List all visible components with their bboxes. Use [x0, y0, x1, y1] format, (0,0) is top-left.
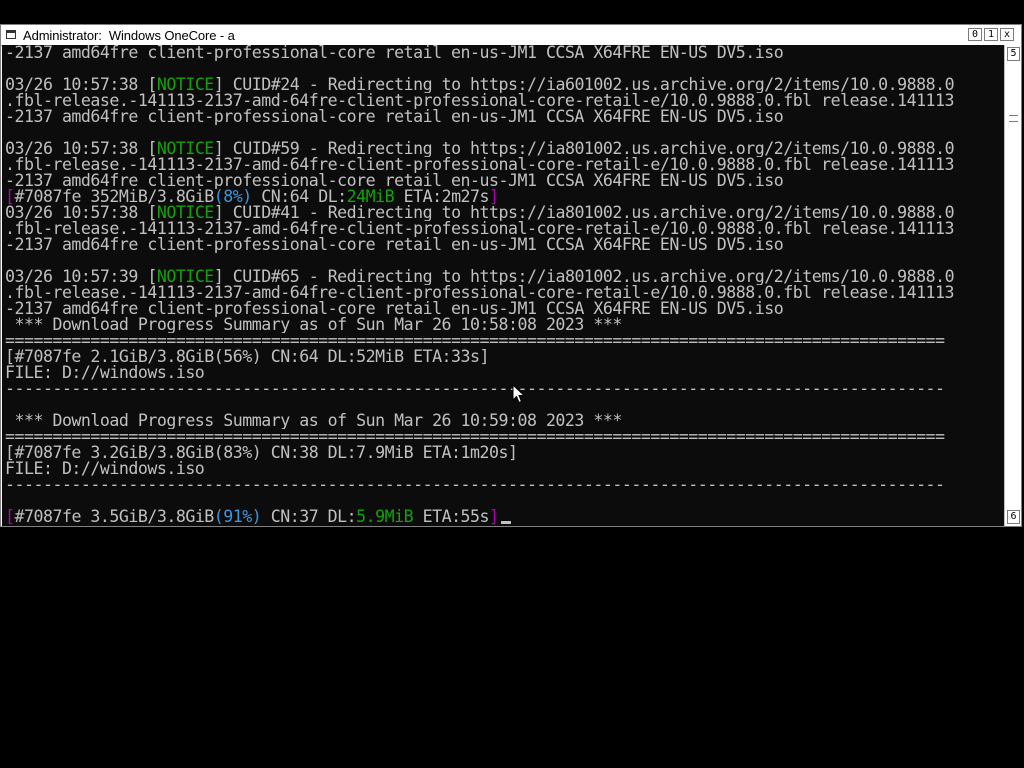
console-text: ] CUID#65 - Redirecting to https://ia801…: [213, 269, 955, 285]
console-text: FILE: D://windows.iso: [5, 365, 205, 381]
console-line: .fbl-release.-141113-2137-amd-64fre-clie…: [5, 93, 1004, 109]
console-text: 03/26 10:57:38 [: [5, 205, 157, 221]
console-text: ]: [489, 189, 499, 205]
console-text: NOTICE: [156, 269, 214, 285]
console-line: -2137_amd64fre_client-professional-core_…: [5, 301, 1004, 317]
console-text: ] CUID#41 - Redirecting to https://ia801…: [213, 205, 955, 221]
console-line: -2137_amd64fre_client-professional-core_…: [5, 45, 1004, 61]
console-line: [#7087fe 3.2GiB/3.8GiB(83%) CN:38 DL:7.9…: [5, 445, 1004, 461]
console-line: -2137_amd64fre_client-professional-core_…: [5, 237, 1004, 253]
console-line: .fbl-release.-141113-2137-amd-64fre-clie…: [5, 285, 1004, 301]
console-text: 03/26 10:57:38 [: [5, 141, 157, 157]
console-line: [#7087fe 352MiB/3.8GiB(8%) CN:64 DL:24Mi…: [5, 189, 1004, 205]
console-text: [: [5, 189, 15, 205]
console-output[interactable]: -2137_amd64fre_client-professional-core_…: [2, 45, 1004, 526]
console-text: -2137_amd64fre_client-professional-core_…: [5, 45, 784, 61]
console-line: ----------------------------------------…: [5, 381, 1004, 397]
console-text: 24MiB: [346, 189, 395, 205]
console-text: CN:64 DL:: [251, 189, 347, 205]
console-line: 03/26 10:57:38 [NOTICE] CUID#59 - Redire…: [5, 141, 1004, 157]
console-text: -2137_amd64fre_client-professional-core_…: [5, 301, 784, 317]
console-line: -2137_amd64fre_client-professional-core_…: [5, 109, 1004, 125]
console-line: .fbl-release.-141113-2137-amd-64fre-clie…: [5, 157, 1004, 173]
console-line: FILE: D://windows.iso: [5, 461, 1004, 477]
console-window: Administrator: Windows OneCore - a 0 1 x…: [0, 24, 1022, 527]
console-text: NOTICE: [156, 141, 214, 157]
console-window-icon[interactable]: [6, 30, 16, 39]
scroll-up-button[interactable]: 5: [1007, 47, 1020, 61]
console-text: 5.9MiB: [356, 509, 414, 525]
console-line: 03/26 10:57:39 [NOTICE] CUID#65 - Redire…: [5, 269, 1004, 285]
console-line: ========================================…: [5, 429, 1004, 445]
console-line: 03/26 10:57:38 [NOTICE] CUID#24 - Redire…: [5, 77, 1004, 93]
text-cursor: [500, 521, 511, 524]
console-line: ========================================…: [5, 333, 1004, 349]
console-text: ========================================…: [5, 429, 945, 445]
console-text: .fbl-release.-141113-2137-amd-64fre-clie…: [5, 93, 955, 109]
console-text: [: [5, 509, 15, 525]
close-button[interactable]: x: [1000, 28, 1014, 41]
console-text: ========================================…: [5, 333, 945, 349]
console-line: *** Download Progress Summary as of Sun …: [5, 413, 1004, 429]
console-text: ETA:2m27s: [394, 189, 490, 205]
console-text: NOTICE: [156, 77, 214, 93]
mouse-pointer-icon: [512, 384, 526, 404]
console-text: [#7087fe 3.2GiB/3.8GiB(83%) CN:38 DL:7.9…: [5, 445, 518, 461]
console-text: -2137_amd64fre_client-professional-core_…: [5, 237, 784, 253]
console-line: [#7087fe 2.1GiB/3.8GiB(56%) CN:64 DL:52M…: [5, 349, 1004, 365]
console-text: 03/26 10:57:39 [: [5, 269, 157, 285]
console-text: [#7087fe 2.1GiB/3.8GiB(56%) CN:64 DL:52M…: [5, 349, 490, 365]
console-text: *** Download Progress Summary as of Sun …: [5, 317, 622, 333]
console-text: ----------------------------------------…: [5, 381, 945, 397]
console-text: (91%): [213, 509, 262, 525]
console-text: -2137_amd64fre_client-professional-core_…: [5, 109, 784, 125]
console-text: ]: [489, 509, 499, 525]
console-text: FILE: D://windows.iso: [5, 461, 205, 477]
console-text: .fbl-release.-141113-2137-amd-64fre-clie…: [5, 157, 955, 173]
console-line: ----------------------------------------…: [5, 477, 1004, 493]
console-text: NOTICE: [156, 205, 214, 221]
console-text: ] CUID#24 - Redirecting to https://ia601…: [213, 77, 955, 93]
window-title: Administrator: Windows OneCore - a: [23, 28, 235, 43]
console-text: #7087fe 352MiB/3.8GiB: [14, 189, 215, 205]
console-text: (8%): [213, 189, 252, 205]
console-text: *** Download Progress Summary as of Sun …: [5, 413, 622, 429]
console-text: 03/26 10:57:38 [: [5, 77, 157, 93]
console-text: ETA:55s: [413, 509, 490, 525]
scroll-thumb[interactable]: [1009, 115, 1018, 122]
console-text: ----------------------------------------…: [5, 477, 945, 493]
console-lines: -2137_amd64fre_client-professional-core_…: [5, 45, 1004, 525]
console-line: [#7087fe 3.5GiB/3.8GiB(91%) CN:37 DL:5.9…: [5, 509, 1004, 525]
console-text: #7087fe 3.5GiB/3.8GiB: [14, 509, 215, 525]
vertical-scrollbar[interactable]: 5 6: [1004, 45, 1021, 526]
console-line: .fbl-release.-141113-2137-amd-64fre-clie…: [5, 221, 1004, 237]
console-line: -2137_amd64fre_client-professional-core_…: [5, 173, 1004, 189]
console-line: 03/26 10:57:38 [NOTICE] CUID#41 - Redire…: [5, 205, 1004, 221]
console-text: -2137_amd64fre_client-professional-core_…: [5, 173, 784, 189]
maximize-button[interactable]: 1: [984, 28, 998, 41]
console-text: CN:37 DL:: [261, 509, 357, 525]
minimize-button[interactable]: 0: [968, 28, 982, 41]
scroll-down-button[interactable]: 6: [1007, 510, 1020, 524]
console-line: FILE: D://windows.iso: [5, 365, 1004, 381]
title-bar[interactable]: Administrator: Windows OneCore - a 0 1 x: [1, 25, 1021, 46]
console-text: .fbl-release.-141113-2137-amd-64fre-clie…: [5, 221, 955, 237]
console-line: *** Download Progress Summary as of Sun …: [5, 317, 1004, 333]
console-text: ] CUID#59 - Redirecting to https://ia801…: [213, 141, 955, 157]
console-text: .fbl-release.-141113-2137-amd-64fre-clie…: [5, 285, 955, 301]
